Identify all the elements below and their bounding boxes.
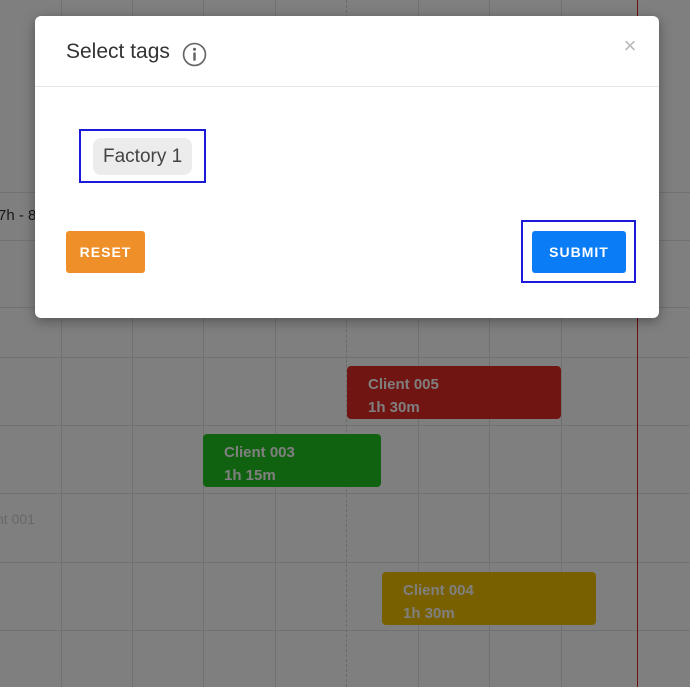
close-icon[interactable]: × <box>619 34 641 58</box>
modal-title: Select tags <box>66 40 170 63</box>
select-tags-modal: Select tags × Factory 1 RESET SUBMIT <box>35 16 659 318</box>
submit-button[interactable]: SUBMIT <box>532 231 626 273</box>
info-icon[interactable] <box>182 42 207 67</box>
modal-header: Select tags × <box>35 16 659 87</box>
reset-button[interactable]: RESET <box>66 231 145 273</box>
tag-highlight-box: Factory 1 <box>79 129 206 183</box>
submit-highlight-box: SUBMIT <box>521 220 636 283</box>
tag-chip-factory-1[interactable]: Factory 1 <box>93 138 193 175</box>
